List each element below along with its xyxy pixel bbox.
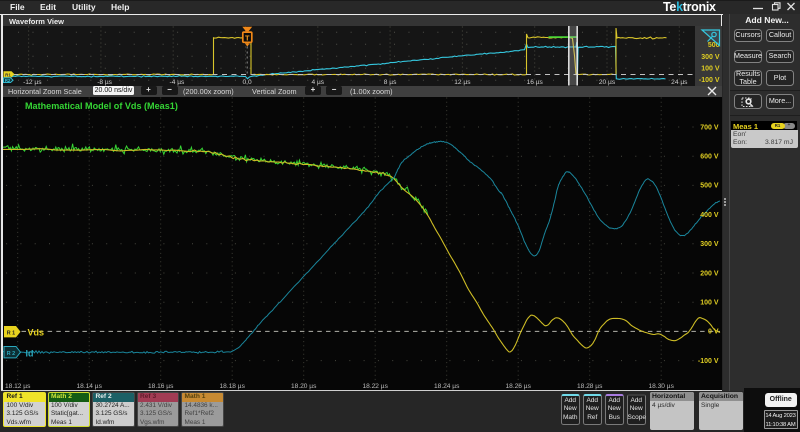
svg-text:18.20 µs: 18.20 µs (291, 382, 317, 389)
svg-text:18.30 µs: 18.30 µs (648, 382, 674, 389)
svg-text:R 1: R 1 (6, 330, 14, 336)
svg-text:Id: Id (25, 348, 33, 358)
svg-text:R 2: R 2 (6, 350, 14, 356)
svg-text:400 V: 400 V (700, 211, 719, 218)
svg-text:0 V: 0 V (708, 328, 719, 335)
svg-text:300 V: 300 V (701, 54, 720, 61)
svg-text:200 V: 200 V (700, 270, 719, 277)
svg-text:18.14 µs: 18.14 µs (76, 382, 102, 389)
svg-text:300 V: 300 V (700, 241, 719, 248)
svg-text:8 µs: 8 µs (383, 79, 396, 86)
svg-text:20 µs: 20 µs (598, 79, 615, 86)
svg-text:18.26 µs: 18.26 µs (505, 382, 531, 389)
svg-text:700 V: 700 V (700, 124, 719, 131)
svg-text:R1: R1 (5, 72, 11, 77)
svg-text:12 µs: 12 µs (454, 79, 471, 86)
svg-text:-100 V: -100 V (698, 77, 719, 84)
svg-text:Vds: Vds (27, 327, 43, 337)
svg-text:100 V: 100 V (700, 299, 719, 306)
svg-text:T: T (245, 33, 250, 42)
svg-text:24 µs: 24 µs (671, 79, 688, 86)
svg-text:18.12 µs: 18.12 µs (5, 382, 31, 389)
svg-text:R2: R2 (4, 78, 10, 83)
svg-text:18.16 µs: 18.16 µs (148, 382, 174, 389)
svg-text:18.22 µs: 18.22 µs (362, 382, 388, 389)
svg-text:600 V: 600 V (700, 153, 719, 160)
svg-text:16 µs: 16 µs (526, 79, 543, 86)
svg-text:0,0: 0,0 (242, 79, 251, 86)
svg-text:500 V: 500 V (700, 182, 719, 189)
svg-text:-12 µs: -12 µs (23, 79, 42, 86)
svg-text:100 V: 100 V (701, 65, 720, 72)
svg-text:-100 V: -100 V (697, 357, 718, 364)
svg-text:18.18 µs: 18.18 µs (219, 382, 245, 389)
svg-text:18.24 µs: 18.24 µs (434, 382, 460, 389)
svg-text:18.28 µs: 18.28 µs (577, 382, 603, 389)
svg-text:-8 µs: -8 µs (97, 79, 112, 86)
svg-text:Mathematical Model of Vds (Mea: Mathematical Model of Vds (Meas1) (25, 100, 178, 110)
